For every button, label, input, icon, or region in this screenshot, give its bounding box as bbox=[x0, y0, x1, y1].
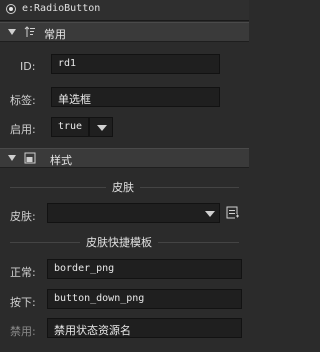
normal-input[interactable]: border_png bbox=[47, 259, 242, 279]
skin-list-icon[interactable] bbox=[226, 206, 240, 220]
inspector-title-bar: e:RadioButton bbox=[0, 0, 249, 21]
disabled-input[interactable]: 禁用状态资源名 bbox=[47, 318, 242, 338]
component-title: e:RadioButton bbox=[22, 3, 101, 14]
enabled-select[interactable]: true bbox=[51, 117, 89, 137]
enabled-dropdown-button[interactable] bbox=[89, 117, 113, 137]
skin-label: 皮肤: bbox=[10, 210, 36, 223]
radio-button-icon bbox=[6, 4, 16, 14]
down-input[interactable]: button_down_png bbox=[47, 289, 242, 309]
id-input[interactable]: rd1 bbox=[51, 54, 220, 74]
skin-select[interactable] bbox=[47, 203, 220, 223]
sort-icon bbox=[24, 26, 35, 37]
normal-label: 正常: bbox=[10, 266, 36, 279]
section-style-header[interactable]: 样式 bbox=[0, 148, 249, 168]
tag-input[interactable]: 单选框 bbox=[51, 87, 220, 107]
id-label: ID: bbox=[20, 60, 36, 73]
collapse-triangle-icon[interactable] bbox=[8, 155, 16, 161]
template-subheader: 皮肤快捷模板 bbox=[80, 234, 158, 250]
disabled-label: 禁用: bbox=[10, 325, 36, 338]
chevron-down-icon[interactable] bbox=[205, 211, 215, 217]
chevron-down-icon bbox=[97, 125, 107, 131]
tag-label: 标签: bbox=[10, 94, 36, 107]
enabled-label: 启用: bbox=[10, 123, 36, 136]
skin-subheader: 皮肤 bbox=[106, 179, 140, 195]
collapse-triangle-icon[interactable] bbox=[8, 29, 16, 35]
down-label: 按下: bbox=[10, 296, 36, 309]
section-common-header[interactable]: 常用 bbox=[0, 22, 249, 42]
section-style-label: 样式 bbox=[50, 154, 72, 167]
section-common-label: 常用 bbox=[44, 28, 66, 41]
layout-icon bbox=[24, 152, 36, 164]
